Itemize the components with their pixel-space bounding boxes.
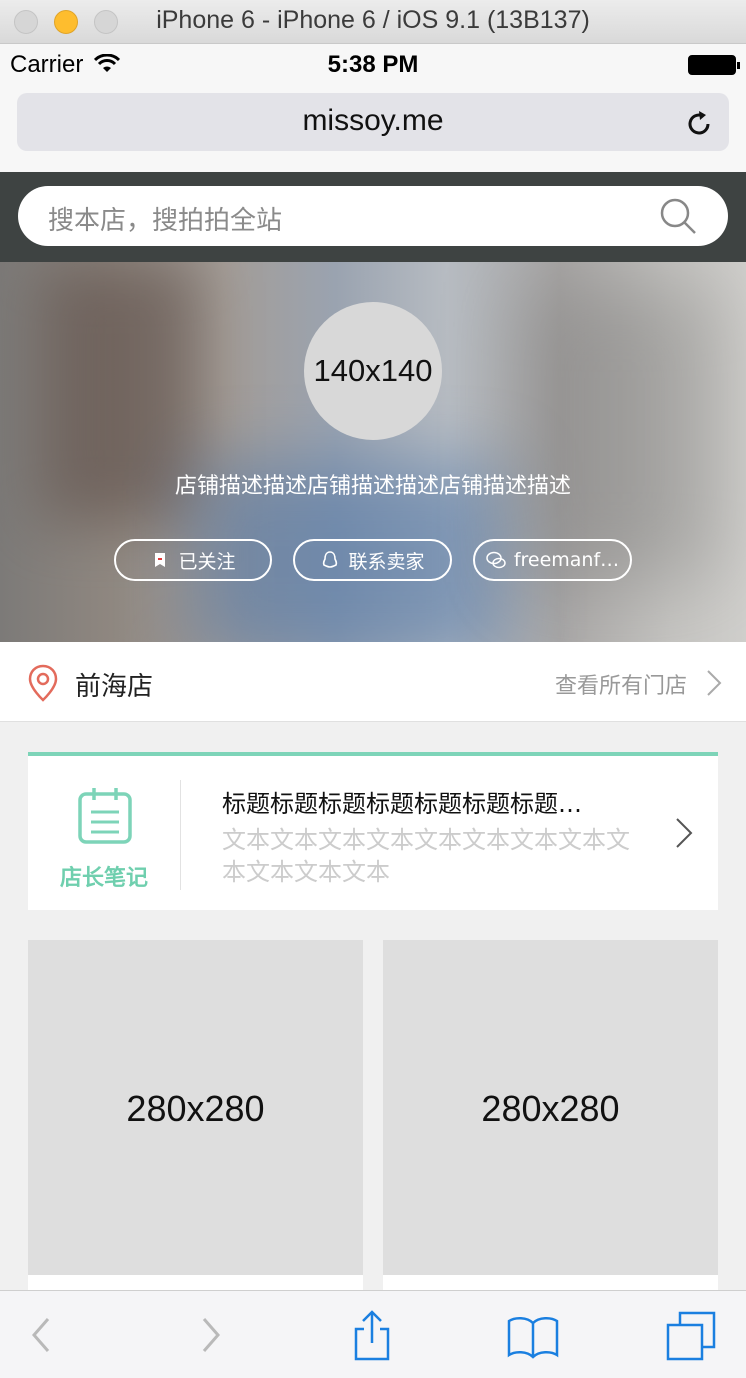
product-card-footer — [28, 1275, 363, 1290]
view-all-stores-link[interactable]: 查看所有门店 — [555, 668, 687, 700]
product-image-placeholder: 280x280 — [126, 1088, 265, 1129]
qq-icon — [323, 551, 338, 568]
search-icon[interactable] — [658, 196, 698, 236]
status-time: 5:38 PM — [327, 51, 419, 78]
shop-hero-banner: 140x140 店铺描述描述店铺描述描述店铺描述描述 已关注 联系卖家 free… — [0, 262, 746, 642]
notebook-icon — [78, 788, 132, 844]
contact-seller-label: 联系卖家 — [348, 550, 425, 573]
wechat-label: freemanf… — [513, 549, 620, 571]
followed-icon — [155, 553, 166, 567]
search-placeholder: 搜本店，搜拍拍全站 — [48, 206, 283, 236]
avatar-placeholder-label: 140x140 — [313, 353, 433, 388]
simulator-title: iPhone 6 - iPhone 6 / iOS 9.1 (13B137) — [156, 6, 590, 34]
share-icon[interactable] — [346, 1309, 398, 1361]
wechat-button[interactable]: freemanf… — [473, 539, 632, 581]
note-text: 文本文本文本文本文本文本文本文本文本文本文本文本 — [222, 826, 630, 886]
bookmarks-icon[interactable] — [507, 1309, 559, 1361]
note-title: 标题标题标题标题标题标题标题… — [222, 790, 582, 818]
note-divider — [180, 780, 181, 890]
reload-icon[interactable] — [683, 108, 715, 140]
status-bar: Carrier 5:38 PM — [0, 44, 746, 84]
shop-avatar[interactable]: 140x140 — [304, 302, 442, 440]
contact-seller-button[interactable]: 联系卖家 — [293, 539, 452, 581]
search-band: 搜本店，搜拍拍全站 — [0, 172, 746, 262]
note-label: 店长笔记 — [59, 866, 148, 891]
back-icon[interactable] — [16, 1309, 68, 1361]
follow-button[interactable]: 已关注 — [114, 539, 272, 581]
store-manager-note-card[interactable]: 店长笔记 标题标题标题标题标题标题标题… 文本文本文本文本文本文本文本文本文本文… — [28, 752, 718, 910]
browser-address-area: missoy.me — [0, 84, 746, 172]
search-input[interactable]: 搜本店，搜拍拍全站 — [18, 186, 728, 246]
location-pin-icon — [28, 664, 58, 702]
wechat-icon — [486, 551, 506, 569]
simulator-title-bar: iPhone 6 - iPhone 6 / iOS 9.1 (13B137) — [0, 0, 746, 44]
hero-background-shape — [520, 282, 720, 582]
url-text: missoy.me — [302, 104, 444, 137]
shop-description: 店铺描述描述店铺描述描述店铺描述描述 — [174, 474, 571, 499]
address-bar[interactable]: missoy.me — [17, 93, 729, 151]
store-location-row[interactable]: 前海店 查看所有门店 — [0, 642, 746, 722]
forward-icon[interactable] — [184, 1309, 236, 1361]
battery-icon — [688, 55, 740, 75]
store-name: 前海店 — [75, 672, 154, 702]
product-card[interactable]: 280x280 — [28, 940, 363, 1275]
product-card-footer — [383, 1275, 718, 1290]
chevron-right-icon — [707, 670, 722, 696]
tabs-icon[interactable] — [666, 1309, 718, 1361]
safari-toolbar — [0, 1290, 746, 1378]
follow-button-label: 已关注 — [178, 550, 236, 573]
chevron-right-icon — [676, 818, 693, 848]
product-image-placeholder: 280x280 — [481, 1088, 620, 1129]
product-card[interactable]: 280x280 — [383, 940, 718, 1275]
